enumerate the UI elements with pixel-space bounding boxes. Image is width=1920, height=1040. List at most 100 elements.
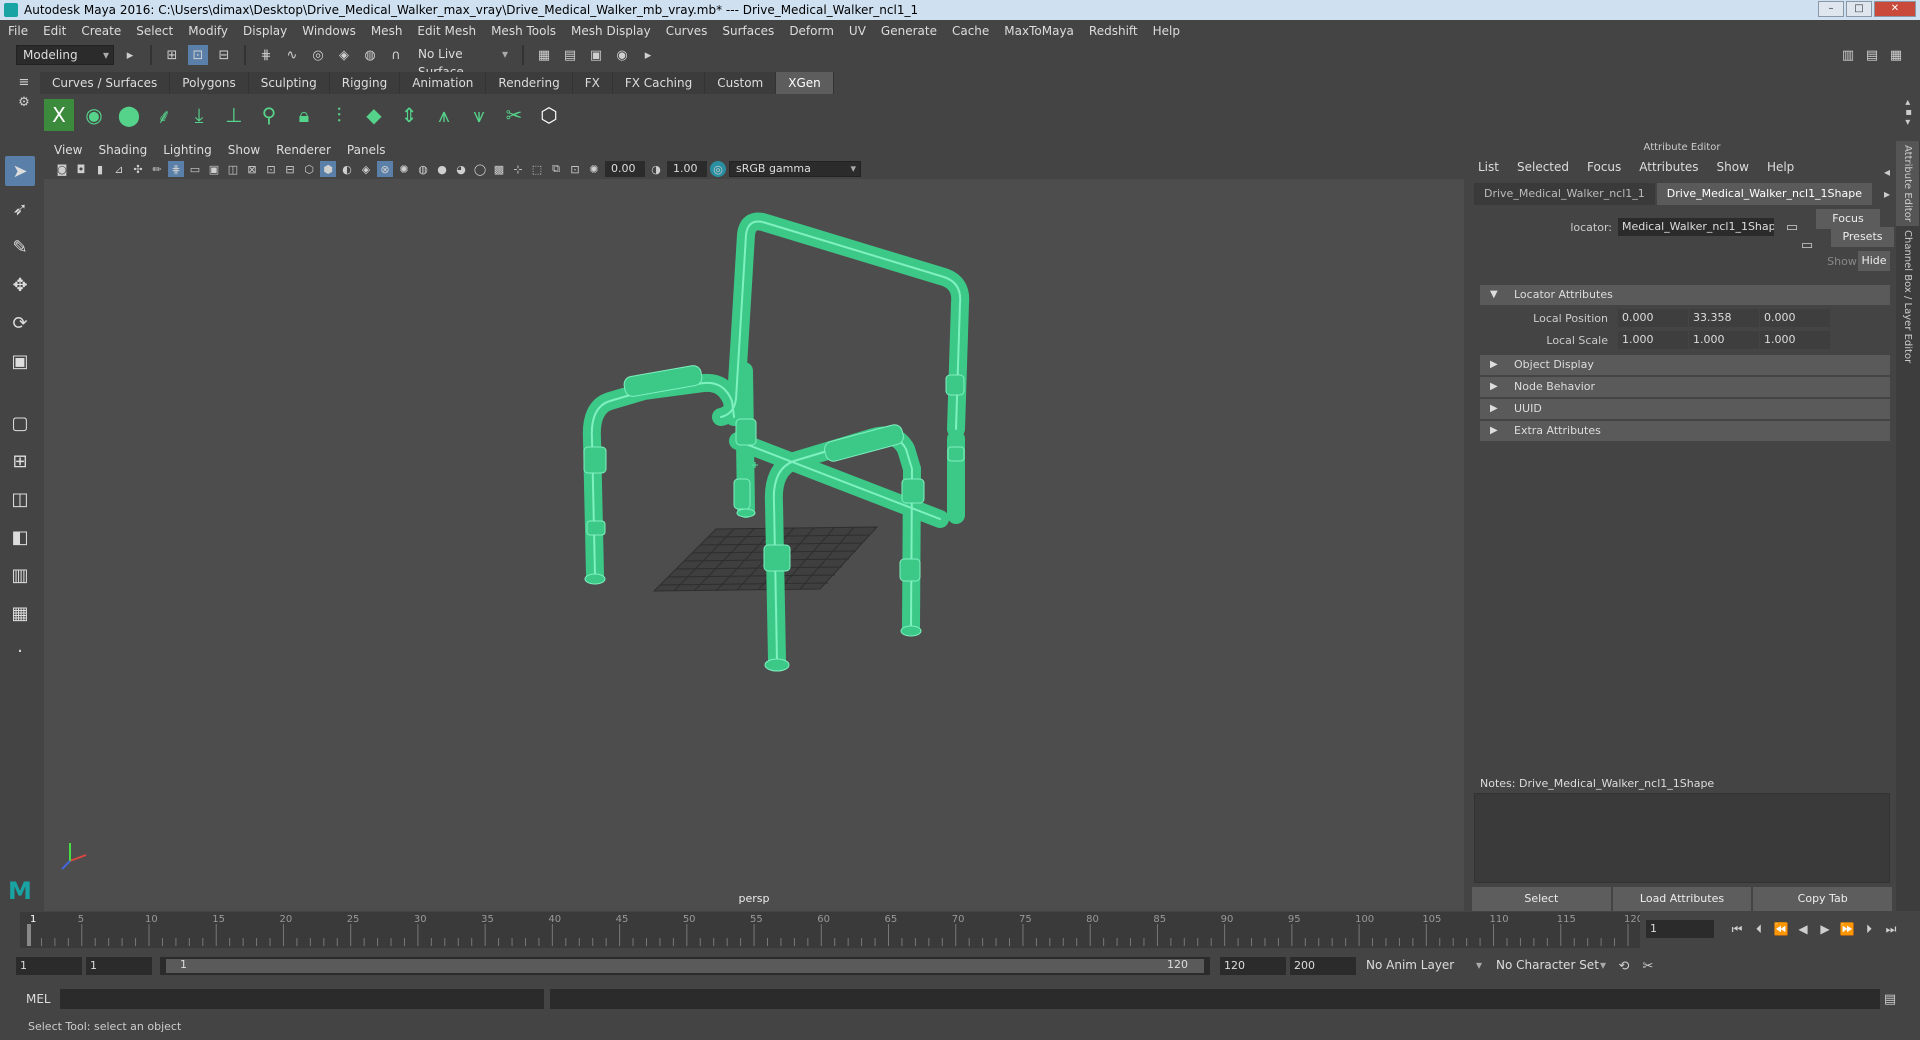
xgen-cut-icon[interactable]: ✂ xyxy=(499,99,529,131)
xgen-place-guides-icon[interactable]: ⤓ xyxy=(184,99,214,131)
menu-mesh[interactable]: Mesh xyxy=(371,24,403,38)
attr-menu-focus[interactable]: Focus xyxy=(1587,160,1621,174)
grid-icon[interactable]: ⋕ xyxy=(168,161,184,177)
section-object-display[interactable]: ▶ Object Display xyxy=(1480,355,1890,375)
shadows-icon[interactable]: ◕ xyxy=(453,161,469,177)
menu-redshift[interactable]: Redshift xyxy=(1089,24,1138,38)
shelf-tab-sculpting[interactable]: Sculpting xyxy=(248,72,330,94)
colorspace-dropdown[interactable]: sRGB gamma xyxy=(729,161,861,177)
close-button[interactable]: ✕ xyxy=(1874,1,1916,17)
image-plane-icon[interactable]: ⊿ xyxy=(111,161,127,177)
shelf-scroll[interactable]: ▴ ▪ ▾ xyxy=(1905,98,1912,128)
safe-action-icon[interactable]: ⊡ xyxy=(263,161,279,177)
single-view-icon[interactable]: ▢ xyxy=(5,408,35,438)
snap-curve-icon[interactable]: ∿ xyxy=(282,45,302,65)
xgen-preview-icon[interactable]: ◉ xyxy=(79,99,109,131)
attr-menu-list[interactable]: List xyxy=(1478,160,1499,174)
mel-label[interactable]: MEL xyxy=(26,992,60,1006)
default-material-icon[interactable]: ◐ xyxy=(339,161,355,177)
xgen-clumps-icon[interactable]: ⩛ xyxy=(464,99,494,131)
menu-windows[interactable]: Windows xyxy=(302,24,356,38)
exposure-icon[interactable]: ✺ xyxy=(586,161,602,177)
select-node-icon[interactable]: ▭ xyxy=(1782,217,1802,237)
current-time-marker[interactable] xyxy=(27,924,31,946)
menu-deform[interactable]: Deform xyxy=(789,24,834,38)
menu-modify[interactable]: Modify xyxy=(188,24,228,38)
step-forward-icon[interactable]: ⏵ xyxy=(1860,919,1878,939)
menu-select[interactable]: Select xyxy=(136,24,173,38)
snap-surface-icon[interactable]: ◍ xyxy=(360,45,380,65)
menu-generate[interactable]: Generate xyxy=(881,24,937,38)
bookmark-icon[interactable]: ▮ xyxy=(92,161,108,177)
play-forward-icon[interactable]: ▶ xyxy=(1816,919,1834,939)
menu-mesh-tools[interactable]: Mesh Tools xyxy=(491,24,556,38)
toggle-channel-box-icon[interactable]: ▦ xyxy=(1886,45,1906,65)
viewport-menu-renderer[interactable]: Renderer xyxy=(276,143,331,157)
menu-help[interactable]: Help xyxy=(1153,24,1180,38)
shelf-menu-icon[interactable]: ≡ xyxy=(14,72,34,92)
shelf-tab-rigging[interactable]: Rigging xyxy=(329,72,401,94)
local-scale-x[interactable]: 1.000 xyxy=(1618,331,1688,349)
load-attributes-button[interactable]: Load Attributes xyxy=(1612,887,1752,911)
color-management-icon[interactable]: ◎ xyxy=(710,161,726,177)
tab-scroll-arrows[interactable]: ◂ ▸ xyxy=(1884,161,1894,205)
wireframe-on-shaded-icon[interactable]: ◈ xyxy=(358,161,374,177)
menu-surfaces[interactable]: Surfaces xyxy=(722,24,774,38)
time-slider[interactable]: 1 5 10 15 20 25 30 35 40 45 50 55 60 65 70 75 80 85 90 95 10… xyxy=(20,912,1640,948)
focus-button[interactable]: Focus xyxy=(1816,209,1880,229)
select-component-icon[interactable]: ⊟ xyxy=(214,45,234,65)
local-scale-y[interactable]: 1.000 xyxy=(1689,331,1759,349)
magnet-icon[interactable]: ∩ xyxy=(386,45,406,65)
notes-field[interactable] xyxy=(1474,793,1890,883)
locator-attributes-section[interactable]: ▼ Locator Attributes xyxy=(1480,285,1890,305)
maximize-button[interactable]: □ xyxy=(1846,1,1872,17)
presets-button[interactable]: Presets xyxy=(1830,227,1895,247)
step-forward-key-icon[interactable]: ⏩ xyxy=(1838,919,1856,939)
shelf-tab-xgen[interactable]: XGen xyxy=(776,72,834,94)
menu-mesh-display[interactable]: Mesh Display xyxy=(571,24,651,38)
ipr-render-icon[interactable]: ▤ xyxy=(560,45,580,65)
viewport-menu-show[interactable]: Show xyxy=(228,143,260,157)
script-editor-icon[interactable]: ▤ xyxy=(1880,989,1900,1009)
local-position-x[interactable]: 0.000 xyxy=(1618,309,1688,327)
lasso-tool-icon[interactable]: ➶ xyxy=(5,194,35,224)
select-tool-icon[interactable]: ➤ xyxy=(5,156,35,186)
move-tool-icon[interactable]: ✥ xyxy=(5,270,35,300)
persp-outliner-icon[interactable]: ◧ xyxy=(5,522,35,552)
select-hierarchy-icon[interactable]: ⊞ xyxy=(162,45,182,65)
animation-start-field[interactable]: 1 xyxy=(16,957,82,975)
menu-uv[interactable]: UV xyxy=(849,24,866,38)
auto-key-icon[interactable]: ⟲ xyxy=(1614,956,1634,976)
use-lights-icon[interactable]: ● xyxy=(434,161,450,177)
four-view-icon[interactable]: ⊞ xyxy=(5,446,35,476)
open-file-icon[interactable]: ▸ xyxy=(120,45,140,65)
toggle-attribute-editor-icon[interactable]: ▤ xyxy=(1862,45,1882,65)
fit-selection-icon[interactable]: ⧉ xyxy=(548,161,564,177)
go-to-end-icon[interactable]: ⏭ xyxy=(1882,919,1900,939)
live-surface-field[interactable]: No Live Surface xyxy=(412,45,512,79)
smooth-shade-icon[interactable]: ⬢ xyxy=(320,161,336,177)
resolution-gate-icon[interactable]: ▣ xyxy=(206,161,222,177)
camera-icon[interactable]: ◙ xyxy=(54,161,70,177)
field-chart-icon[interactable]: ⊠ xyxy=(244,161,260,177)
menu-cache[interactable]: Cache xyxy=(952,24,989,38)
hypershade-icon[interactable]: ◉ xyxy=(612,45,632,65)
copy-tab-button[interactable]: Copy Tab xyxy=(1753,887,1893,911)
go-to-start-icon[interactable]: ⏮ xyxy=(1728,919,1746,939)
local-scale-z[interactable]: 1.000 xyxy=(1760,331,1830,349)
xray-icon[interactable]: ⊗ xyxy=(377,161,393,177)
shelf-tab-fx-caching[interactable]: FX Caching xyxy=(612,72,706,94)
viewport-canvas[interactable]: persp xyxy=(44,179,1464,911)
shelf-tab-curves-surfaces[interactable]: Curves / Surfaces xyxy=(40,72,171,94)
snap-view-icon[interactable]: ◈ xyxy=(334,45,354,65)
isolate-select-icon[interactable]: ⊹ xyxy=(510,161,526,177)
motion-blur-icon[interactable]: ▩ xyxy=(491,161,507,177)
current-frame-field[interactable]: 1 xyxy=(1646,920,1714,938)
viewport-menu-panels[interactable]: Panels xyxy=(347,143,386,157)
render-settings-icon[interactable]: ▣ xyxy=(586,45,606,65)
more-layouts-icon[interactable]: · xyxy=(5,636,35,666)
range-slider[interactable]: 1 120 xyxy=(160,957,1210,975)
persp-graph-icon[interactable]: ▥ xyxy=(5,560,35,590)
mode-dropdown[interactable]: Modeling xyxy=(16,45,114,65)
menu-edit-mesh[interactable]: Edit Mesh xyxy=(417,24,476,38)
